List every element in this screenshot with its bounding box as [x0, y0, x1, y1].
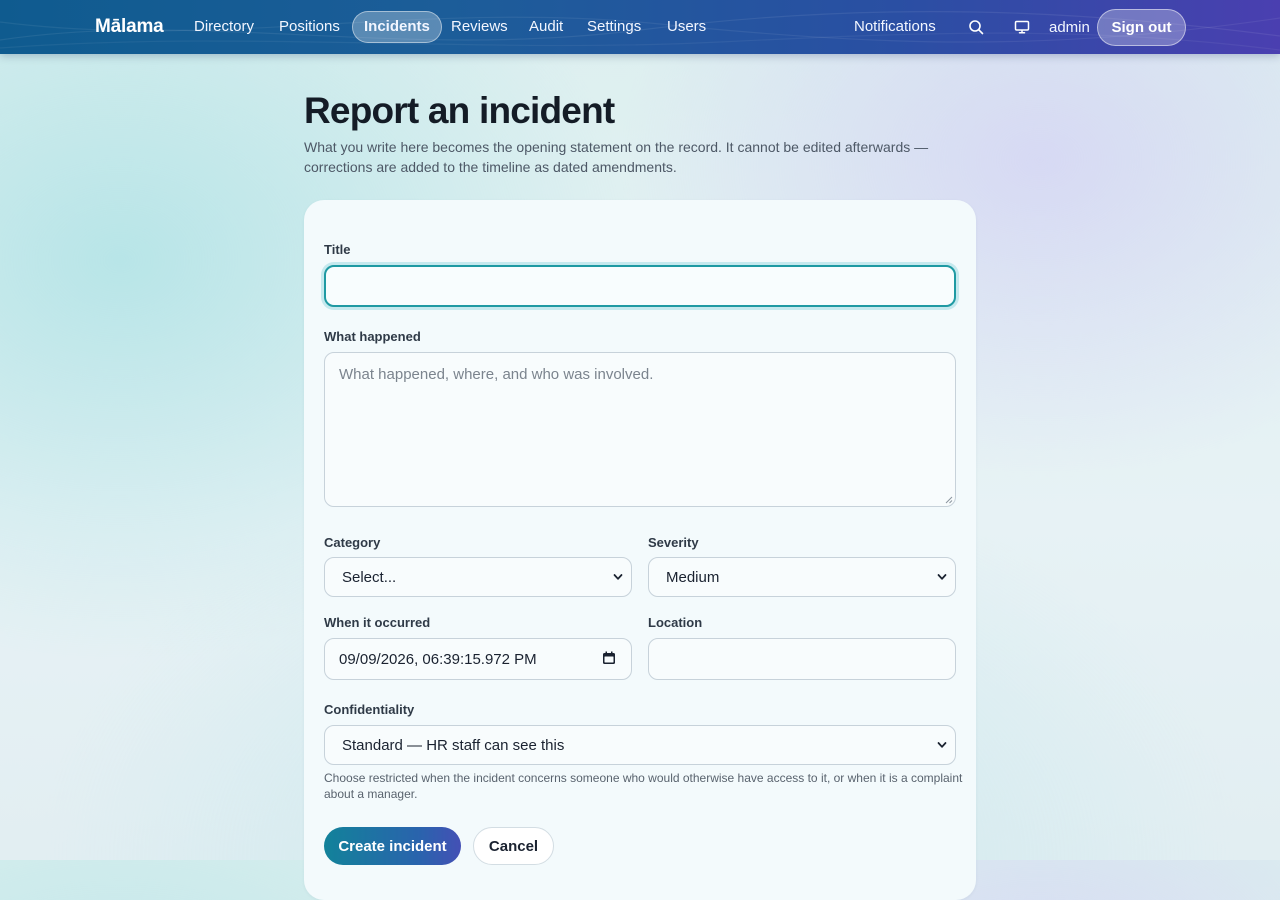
current-user: admin [1049, 19, 1090, 36]
title-input[interactable] [324, 265, 956, 307]
occurred-datetime-input[interactable]: 09/09/2026, 06:39:15.972 PM [324, 638, 632, 680]
nav-notifications[interactable]: Notifications [843, 11, 947, 43]
nav-settings[interactable]: Settings [576, 11, 652, 43]
search-icon [969, 20, 984, 35]
chevron-down-icon [613, 574, 623, 580]
nav-users[interactable]: Users [656, 11, 717, 43]
category-select[interactable]: Select... [324, 557, 632, 597]
page-intro: What you write here becomes the opening … [304, 139, 929, 175]
occurred-value: 09/09/2026, 06:39:15.972 PM [339, 650, 537, 668]
location-input[interactable] [648, 638, 956, 680]
search-button[interactable] [964, 15, 988, 39]
title-label: Title [324, 242, 351, 257]
calendar-icon[interactable] [602, 651, 616, 665]
chevron-down-icon [937, 742, 947, 748]
severity-label: Severity [648, 535, 699, 550]
cancel-button[interactable]: Cancel [473, 827, 554, 865]
incident-form-card: Title What happened What happened, where… [304, 200, 976, 900]
what-happened-label: What happened [324, 329, 421, 344]
severity-selected-value: Medium [666, 568, 720, 586]
resize-grip-icon[interactable] [945, 496, 953, 504]
nav-audit[interactable]: Audit [518, 11, 574, 43]
nav-positions[interactable]: Positions [268, 11, 351, 43]
sign-out-button[interactable]: Sign out [1097, 9, 1186, 46]
confidentiality-selected-value: Standard — HR staff can see this [342, 736, 565, 754]
monitor-icon [1014, 20, 1030, 34]
what-happened-placeholder: What happened, where, and who was involv… [339, 366, 654, 383]
page-title: Report an incident [304, 90, 615, 131]
confidentiality-help-text: Choose restricted when the incident conc… [324, 771, 963, 801]
confidentiality-select[interactable]: Standard — HR staff can see this [324, 725, 956, 765]
occurred-label: When it occurred [324, 615, 431, 630]
nav-directory[interactable]: Directory [183, 11, 265, 43]
severity-select[interactable]: Medium [648, 557, 956, 597]
display-mode-button[interactable] [1010, 15, 1034, 39]
create-incident-button[interactable]: Create incident [324, 827, 461, 865]
chevron-down-icon [937, 574, 947, 580]
location-label: Location [648, 615, 703, 630]
category-selected-value: Select... [342, 568, 397, 586]
nav-reviews[interactable]: Reviews [440, 11, 519, 43]
what-happened-textarea[interactable]: What happened, where, and who was involv… [324, 352, 956, 507]
category-label: Category [324, 535, 381, 550]
confidentiality-label: Confidentiality [324, 702, 415, 717]
brand-logo[interactable]: Mālama [95, 16, 164, 38]
nav-incidents[interactable]: Incidents [352, 11, 442, 43]
top-navigation-bar: Mālama Directory Positions Incidents Rev… [0, 0, 1280, 54]
